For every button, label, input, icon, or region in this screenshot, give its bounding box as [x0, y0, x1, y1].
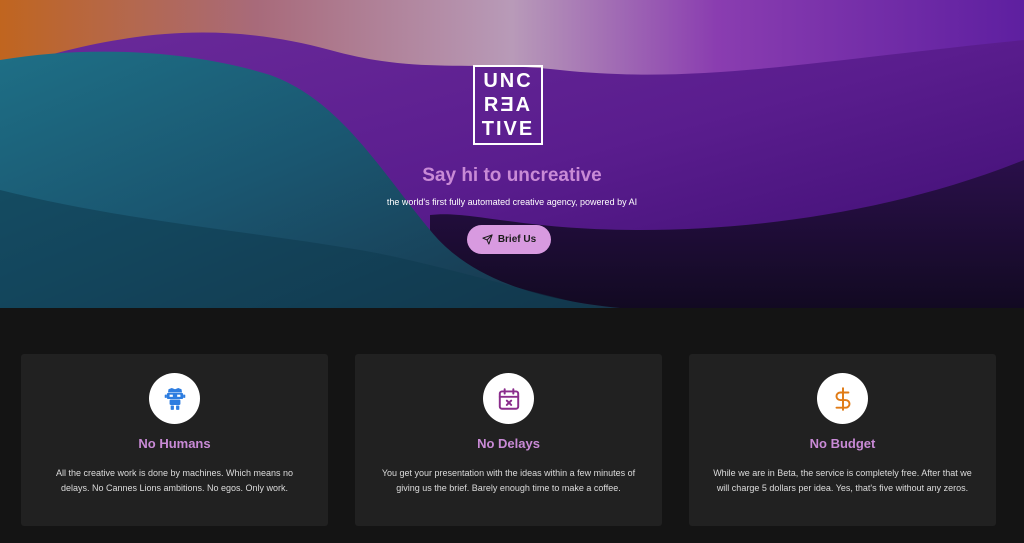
feature-card-no-delays: No Delays You get your presentation with… — [355, 354, 662, 526]
hero-background — [0, 0, 1024, 308]
feature-title: No Delays — [477, 436, 540, 451]
send-icon — [482, 234, 493, 245]
feature-title: No Budget — [809, 436, 876, 451]
logo-line-2: RƎA — [483, 94, 533, 116]
brief-us-button[interactable]: Brief Us — [467, 225, 551, 254]
feature-card-no-humans: No Humans All the creative work is done … — [21, 354, 328, 526]
logo-line-1: UNC — [483, 70, 533, 92]
hero-headline: Say hi to uncreative — [422, 165, 602, 186]
feature-card-no-budget: No Budget While we are in Beta, the serv… — [689, 354, 996, 526]
brief-us-label: Brief Us — [497, 234, 537, 245]
feature-description: All the creative work is done by machine… — [55, 468, 294, 493]
feature-icon-circle — [817, 373, 868, 424]
feature-icon-circle — [483, 373, 534, 424]
hero-section: UNC RƎA TIVE Say hi to uncreative the wo… — [0, 0, 1024, 308]
dollar-icon — [835, 386, 850, 411]
feature-description: While we are in Beta, the service is com… — [713, 468, 972, 493]
hero-tagline: the world's first fully automated creati… — [386, 197, 638, 207]
feature-description: You get your presentation with the ideas… — [381, 468, 636, 493]
feature-title: No Humans — [138, 436, 211, 451]
brand-logo: UNC RƎA TIVE — [473, 65, 543, 145]
features-section: No Humans All the creative work is done … — [0, 308, 1024, 543]
calendar-x-icon — [498, 387, 519, 410]
robot-icon — [164, 387, 185, 410]
logo-line-3: TIVE — [481, 118, 535, 140]
feature-icon-circle — [149, 373, 200, 424]
